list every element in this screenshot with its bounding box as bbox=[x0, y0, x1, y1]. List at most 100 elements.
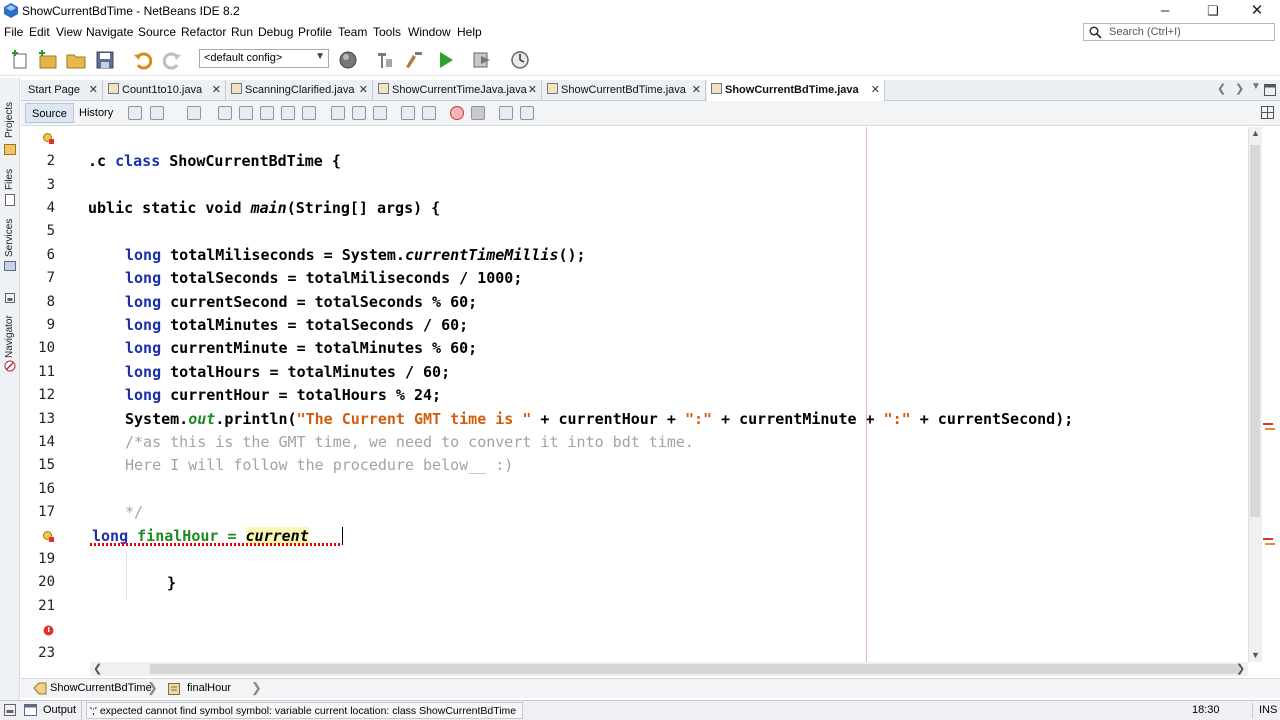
profile-icon[interactable] bbox=[509, 49, 531, 71]
previous-bookmark-icon[interactable] bbox=[331, 106, 345, 120]
search-input[interactable]: Search (Ctrl+I) bbox=[1083, 23, 1275, 41]
close-window-button[interactable]: ✕ bbox=[1234, 0, 1280, 22]
undo-icon[interactable] bbox=[132, 49, 154, 71]
scroll-up-icon[interactable]: ▲ bbox=[1251, 128, 1260, 138]
scroll-tabs-left-icon[interactable]: ❮ bbox=[1217, 82, 1226, 95]
line-number: 15 bbox=[38, 457, 55, 473]
window-title: ShowCurrentBdTime - NetBeans IDE 8.2 bbox=[22, 4, 240, 18]
error-hint-icon[interactable] bbox=[43, 531, 54, 542]
menu-help[interactable]: Help bbox=[457, 25, 482, 39]
uncomment-icon[interactable] bbox=[520, 106, 534, 120]
output-window-button[interactable]: Output bbox=[0, 701, 82, 720]
horizontal-scroll-thumb[interactable] bbox=[150, 664, 1240, 674]
menu-profile[interactable]: Profile bbox=[298, 25, 332, 39]
forward-icon[interactable] bbox=[187, 106, 201, 120]
error-icon[interactable] bbox=[43, 625, 54, 636]
open-project-icon[interactable] bbox=[65, 49, 87, 71]
menu-edit[interactable]: Edit bbox=[29, 25, 50, 39]
sidebar-navigator-tab[interactable]: Navigator bbox=[1, 290, 19, 380]
breadcrumb-class[interactable]: ShowCurrentBdTime bbox=[50, 682, 152, 694]
start-macro-icon[interactable] bbox=[450, 106, 464, 120]
files-icon bbox=[5, 194, 15, 206]
error-stripe-mark[interactable] bbox=[1263, 538, 1273, 540]
toggle-bookmark-icon[interactable] bbox=[373, 106, 387, 120]
config-select[interactable]: <default config> ▼ bbox=[199, 49, 329, 68]
close-tab-icon[interactable]: ✕ bbox=[359, 80, 368, 101]
close-tab-icon[interactable]: ✕ bbox=[212, 80, 221, 101]
tab-start-page[interactable]: Start Page ✕ bbox=[21, 80, 103, 101]
run-icon[interactable] bbox=[435, 49, 457, 71]
tab-show-current-bd-time[interactable]: ShowCurrentBdTime.java ✕ bbox=[543, 80, 706, 101]
services-icon bbox=[4, 261, 16, 271]
debug-icon[interactable] bbox=[471, 49, 493, 71]
tab-show-current-bd-time-active[interactable]: ShowCurrentBdTime.java ✕ bbox=[707, 80, 885, 102]
tab-count1to10[interactable]: Count1to10.java ✕ bbox=[104, 80, 226, 101]
menu-file[interactable]: File bbox=[4, 25, 23, 39]
close-tab-icon[interactable]: ✕ bbox=[528, 80, 537, 101]
vertical-scroll-thumb[interactable] bbox=[1250, 145, 1260, 517]
menu-view[interactable]: View bbox=[56, 25, 82, 39]
menu-source[interactable]: Source bbox=[138, 25, 176, 39]
shift-right-icon[interactable] bbox=[422, 106, 436, 120]
redo-icon[interactable] bbox=[161, 49, 183, 71]
line-number: 6 bbox=[46, 247, 55, 263]
globe-icon[interactable] bbox=[337, 49, 359, 71]
menu-refactor[interactable]: Refactor bbox=[181, 25, 226, 39]
next-bookmark-icon[interactable] bbox=[352, 106, 366, 120]
breadcrumb-field[interactable]: finalHour bbox=[187, 682, 231, 694]
error-stripe-mark[interactable] bbox=[1263, 423, 1273, 425]
text-caret bbox=[342, 527, 343, 545]
warning-hint-icon[interactable] bbox=[43, 133, 54, 144]
stop-macro-icon[interactable] bbox=[471, 106, 485, 120]
comment-icon[interactable] bbox=[499, 106, 513, 120]
code-editor[interactable]: .c class ShowCurrentBdTime { ublic stati… bbox=[68, 127, 1248, 662]
scroll-tabs-right-icon[interactable]: ❯ bbox=[1235, 82, 1244, 95]
find-selection-icon[interactable] bbox=[218, 106, 232, 120]
history-tab[interactable]: History bbox=[73, 103, 119, 123]
back-icon[interactable] bbox=[150, 106, 164, 120]
toggle-rectangular-selection-icon[interactable] bbox=[302, 106, 316, 120]
last-edit-icon[interactable] bbox=[128, 106, 142, 120]
save-all-icon[interactable] bbox=[94, 49, 116, 71]
minimize-button[interactable]: – bbox=[1142, 0, 1188, 22]
find-previous-icon[interactable] bbox=[239, 106, 253, 120]
clean-build-icon[interactable] bbox=[403, 49, 425, 71]
menu-team[interactable]: Team bbox=[338, 25, 367, 39]
tab-scanning-clarified[interactable]: ScanningClarified.java ✕ bbox=[227, 80, 373, 101]
split-editor-icon[interactable] bbox=[1261, 106, 1274, 119]
new-file-icon[interactable] bbox=[10, 49, 32, 71]
sidebar-files-tab[interactable]: Files bbox=[1, 162, 19, 208]
new-project-icon[interactable] bbox=[37, 49, 59, 71]
menu-window[interactable]: Window bbox=[408, 25, 451, 39]
menu-run[interactable]: Run bbox=[231, 25, 253, 39]
tab-label: ShowCurrentBdTime.java bbox=[725, 84, 859, 96]
find-next-icon[interactable] bbox=[260, 106, 274, 120]
title-bar: ShowCurrentBdTime - NetBeans IDE 8.2 – ❏… bbox=[0, 0, 1280, 22]
line-number: 20 bbox=[38, 574, 55, 590]
close-tab-icon[interactable]: ✕ bbox=[871, 80, 880, 101]
menu-debug[interactable]: Debug bbox=[258, 25, 293, 39]
warning-stripe-mark[interactable] bbox=[1265, 428, 1275, 430]
tab-label: ShowCurrentBdTime.java bbox=[561, 84, 686, 96]
line-number: 8 bbox=[46, 294, 55, 310]
minimize-group-icon[interactable] bbox=[4, 292, 16, 304]
scroll-down-icon[interactable]: ▼ bbox=[1251, 650, 1260, 660]
source-tab[interactable]: Source bbox=[25, 103, 74, 123]
close-tab-icon[interactable]: ✕ bbox=[89, 80, 98, 101]
menu-navigate[interactable]: Navigate bbox=[86, 25, 133, 39]
maximize-button[interactable]: ❏ bbox=[1190, 0, 1236, 22]
scroll-left-icon[interactable]: ❮ bbox=[93, 662, 102, 675]
scroll-right-icon[interactable]: ❯ bbox=[1236, 662, 1245, 675]
shift-left-icon[interactable] bbox=[401, 106, 415, 120]
sidebar-projects-tab[interactable]: Projects bbox=[1, 100, 19, 155]
warning-stripe-mark[interactable] bbox=[1265, 543, 1275, 545]
code-line-17: */ bbox=[125, 503, 144, 521]
tab-show-current-time-java[interactable]: ShowCurrentTimeJava.java ✕ bbox=[374, 80, 542, 101]
close-tab-icon[interactable]: ✕ bbox=[692, 80, 701, 101]
tab-list-icon[interactable]: ▼ bbox=[1251, 81, 1261, 92]
maximize-editor-icon[interactable] bbox=[1264, 84, 1276, 96]
toggle-highlight-icon[interactable] bbox=[281, 106, 295, 120]
sidebar-services-tab[interactable]: Services bbox=[1, 214, 19, 274]
build-icon[interactable] bbox=[374, 49, 396, 71]
menu-tools[interactable]: Tools bbox=[373, 25, 401, 39]
